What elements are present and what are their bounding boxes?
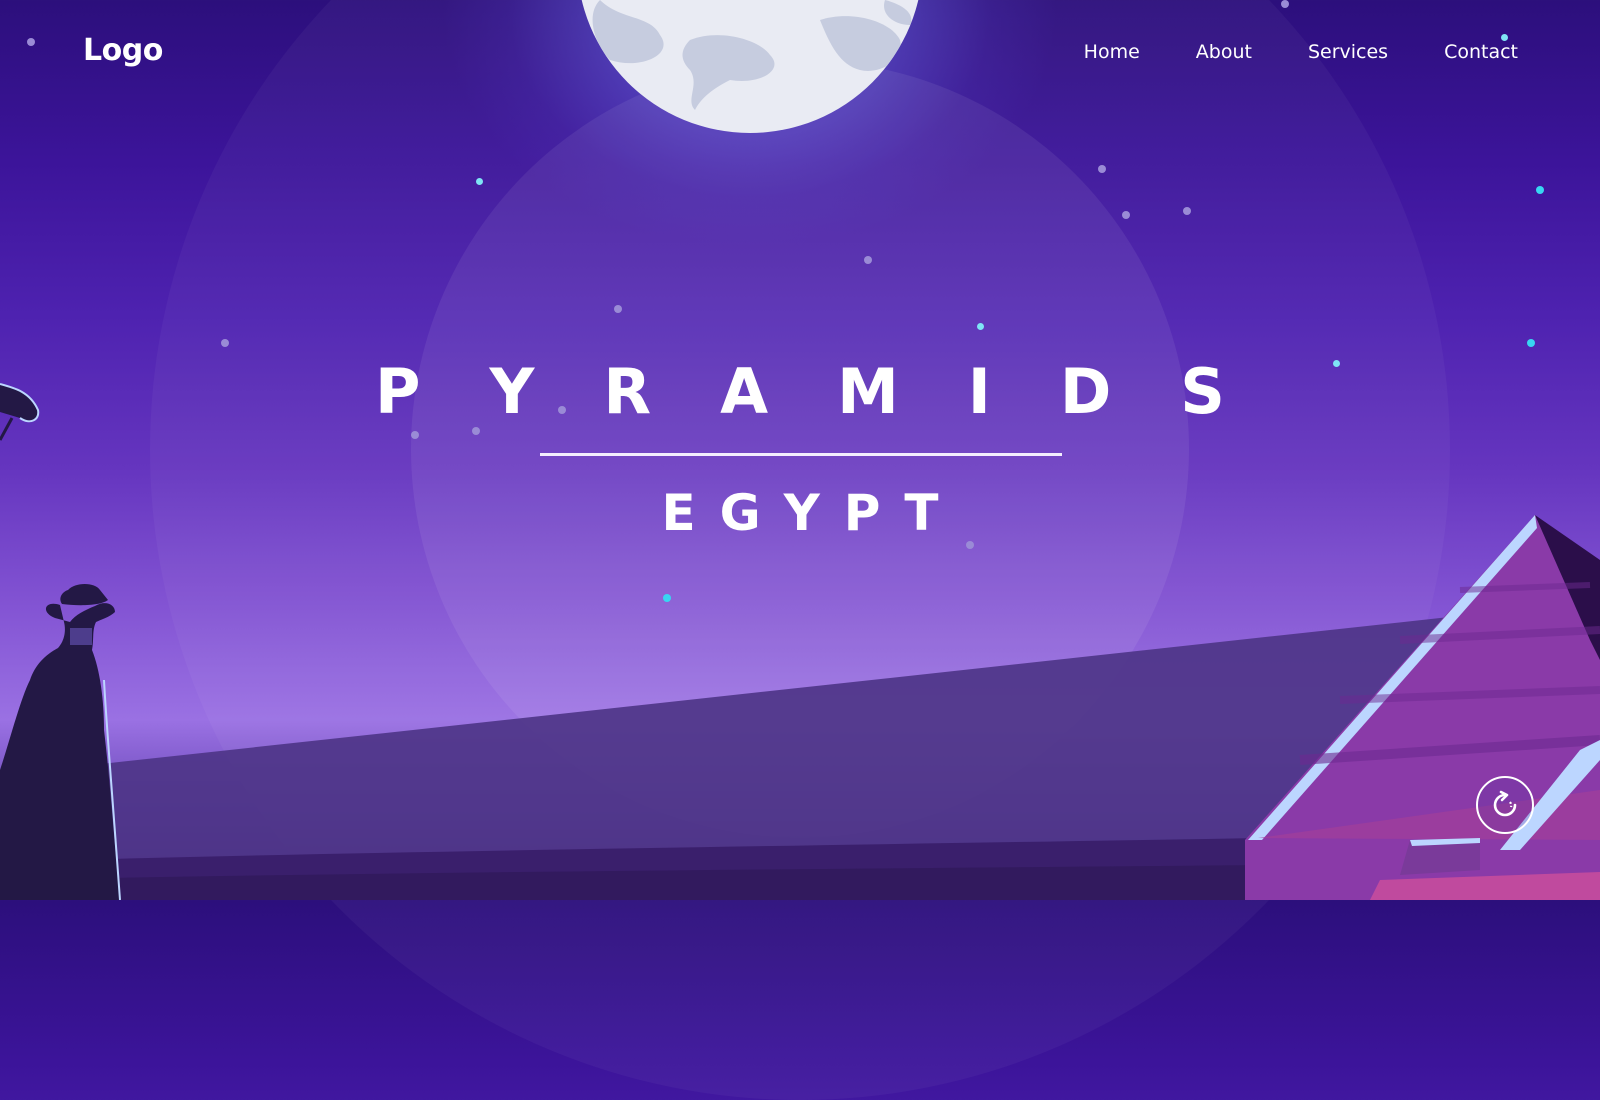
title-divider <box>540 453 1062 456</box>
star <box>476 178 483 185</box>
desert-plateau <box>0 600 1600 900</box>
nav-link-contact[interactable]: Contact <box>1444 41 1518 63</box>
star <box>1122 211 1130 219</box>
nav-link-home[interactable]: Home <box>1084 41 1140 63</box>
star <box>864 256 872 264</box>
pyramid <box>1245 515 1600 900</box>
star <box>221 339 229 347</box>
star <box>411 431 419 439</box>
nav-link-services[interactable]: Services <box>1308 41 1388 63</box>
refresh-button[interactable] <box>1476 776 1534 834</box>
star <box>1098 165 1106 173</box>
nav-link-about[interactable]: About <box>1196 41 1252 63</box>
star <box>614 305 622 313</box>
hero-title: PYRAMIDS <box>375 355 1294 428</box>
star <box>663 594 671 602</box>
star <box>977 323 984 330</box>
star <box>1527 339 1535 347</box>
desert-foreground <box>0 832 1600 900</box>
top-navigation: Logo Home About Services Contact <box>0 0 1600 110</box>
nav-links: Home About Services Contact <box>1084 41 1518 63</box>
star <box>1536 186 1544 194</box>
star <box>1183 207 1191 215</box>
refresh-icon <box>1493 790 1517 817</box>
hero-subtitle: EGYPT <box>661 484 963 542</box>
site-logo[interactable]: Logo <box>83 33 163 68</box>
traveler-silhouette <box>0 584 121 900</box>
